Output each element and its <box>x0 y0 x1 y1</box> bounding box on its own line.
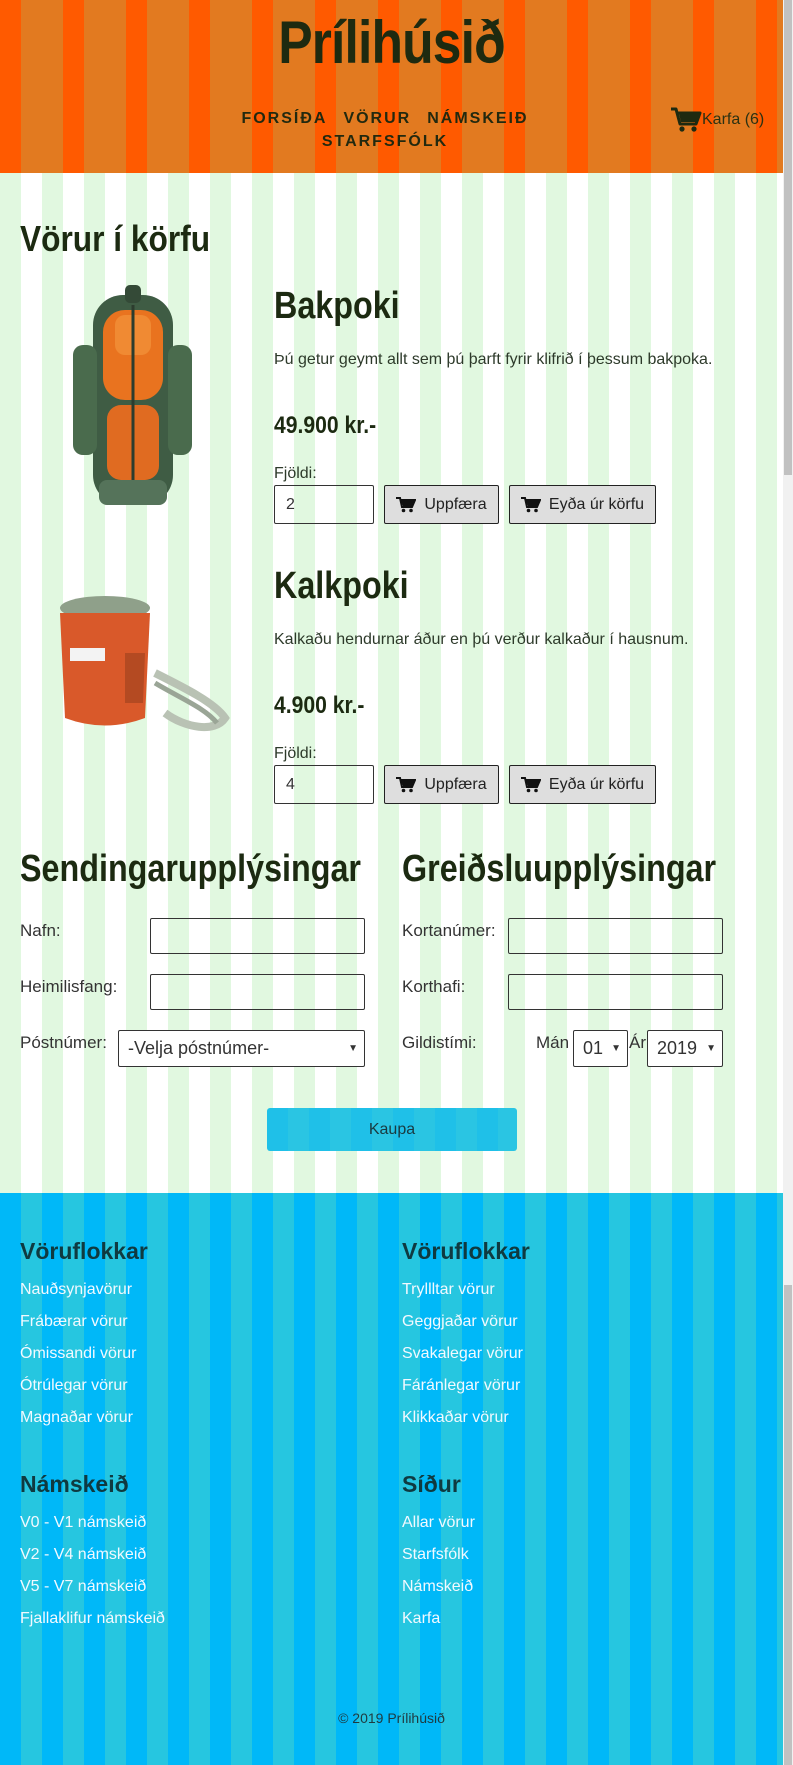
copyright: © 2019 Prílihúsið <box>338 1710 445 1726</box>
main-content: Vörur í körfu Bakpoki Þú getur geymt all… <box>0 173 783 1193</box>
card-number-label: Kortanúmer: <box>402 921 496 940</box>
footer-link[interactable]: Frábærar vörur <box>20 1311 148 1343</box>
page-scrollbar[interactable] <box>783 0 793 1765</box>
product-name[interactable]: Kalkpoki <box>274 565 409 608</box>
month-select[interactable]: 01 ▼ <box>573 1030 628 1067</box>
footer-heading: Vöruflokkar <box>20 1238 148 1264</box>
footer-link[interactable]: Karfa <box>402 1608 475 1640</box>
year-select[interactable]: 2019 ▼ <box>647 1030 723 1067</box>
footer-column-categories-2: Vöruflokkar Tryllltar vörur Geggjaðar vö… <box>402 1238 530 1439</box>
postal-label: Póstnúmer: <box>20 1033 107 1052</box>
shopping-cart-icon <box>520 776 541 792</box>
month-label: Mán <box>536 1033 570 1052</box>
shopping-cart-icon <box>396 776 417 792</box>
buy-button[interactable]: Kaupa <box>267 1108 517 1151</box>
chevron-down-icon: ▼ <box>706 1043 716 1054</box>
chevron-down-icon: ▼ <box>348 1043 358 1054</box>
update-button[interactable]: Uppfæra <box>384 485 499 524</box>
footer-heading: Síður <box>402 1471 461 1497</box>
address-label: Heimilisfang: <box>20 977 118 996</box>
footer-column-categories-1: Vöruflokkar Nauðsynjavörur Frábærar vöru… <box>20 1238 148 1439</box>
remove-from-cart-button[interactable]: Eyða úr körfu <box>509 485 656 524</box>
footer-link[interactable]: Geggjaðar vörur <box>402 1311 530 1343</box>
update-button-label: Uppfæra <box>424 775 487 793</box>
footer-column-courses: Námskeið V0 - V1 námskeið V2 - V4 námske… <box>20 1471 165 1640</box>
product-price: 4.900 kr.- <box>274 692 365 719</box>
scrollbar-thumb[interactable] <box>784 1285 792 1765</box>
footer-link[interactable]: Magnaðar vörur <box>20 1407 148 1439</box>
nav-item-vorur[interactable]: VÖRUR <box>343 107 411 130</box>
footer-link[interactable]: Allar vörur <box>402 1512 475 1544</box>
payment-heading: Greiðsluupplýsingar <box>402 848 717 890</box>
postal-select-value: -Velja póstnúmer- <box>128 1038 270 1058</box>
cart-label: Karfa (6) <box>702 111 765 128</box>
month-select-value: 01 <box>583 1038 604 1058</box>
update-button[interactable]: Uppfæra <box>384 765 499 804</box>
cart-item: Bakpoki Þú getur geymt allt sem þú þarft… <box>0 285 783 545</box>
footer-link[interactable]: Tryllltar vörur <box>402 1279 530 1311</box>
quantity-label: Fjöldi: <box>274 745 317 762</box>
product-name[interactable]: Bakpoki <box>274 285 400 328</box>
footer-link[interactable]: Svakalegar vörur <box>402 1343 530 1375</box>
footer-link[interactable]: Námskeið <box>402 1576 475 1608</box>
nav-item-namskeid[interactable]: NÁMSKEIÐ <box>427 107 528 130</box>
main-nav: FORSÍÐA VÖRUR NÁMSKEIÐSTARFSFÓLK <box>220 107 550 153</box>
address-field[interactable] <box>150 974 365 1010</box>
shipping-heading: Sendingarupplýsingar <box>20 848 361 890</box>
footer-column-pages: Síður Allar vörur Starfsfólk Námskeið Ka… <box>402 1471 475 1640</box>
footer-link[interactable]: Klikkaðar vörur <box>402 1407 530 1439</box>
expiry-label: Gildistími: <box>402 1033 477 1052</box>
chalk-bag-image <box>60 596 230 732</box>
nav-item-forsida[interactable]: FORSÍÐA <box>241 107 327 130</box>
chevron-down-icon: ▼ <box>611 1043 621 1054</box>
footer-link[interactable]: V5 - V7 námskeið <box>20 1576 165 1608</box>
cart-heading: Vörur í körfu <box>20 218 211 259</box>
remove-button-label: Eyða úr körfu <box>548 775 645 793</box>
quantity-input[interactable]: 2 <box>274 485 374 524</box>
footer-heading: Vöruflokkar <box>402 1238 530 1264</box>
footer-link[interactable]: Nauðsynjavörur <box>20 1279 148 1311</box>
year-select-value: 2019 <box>657 1038 698 1058</box>
nav-item-starfsfolk[interactable]: STARFSFÓLK <box>322 130 448 153</box>
quantity-label: Fjöldi: <box>274 465 317 482</box>
footer-link[interactable]: Ótrúlegar vörur <box>20 1375 148 1407</box>
cardholder-field[interactable] <box>508 974 723 1010</box>
name-label: Nafn: <box>20 921 61 940</box>
quantity-input[interactable]: 4 <box>274 765 374 804</box>
card-number-field[interactable] <box>508 918 723 954</box>
remove-button-label: Eyða úr körfu <box>548 495 645 513</box>
postal-select[interactable]: -Velja póstnúmer- ▼ <box>118 1030 365 1067</box>
footer-heading: Námskeið <box>20 1471 129 1497</box>
cart-item: Kalkpoki Kalkaðu hendurnar áður en þú ve… <box>0 565 783 825</box>
shopping-cart-icon <box>396 496 417 512</box>
site-header: Prílihúsið FORSÍÐA VÖRUR NÁMSKEIÐSTARFSFÓL… <box>0 0 783 173</box>
name-field[interactable] <box>150 918 365 954</box>
footer-link[interactable]: Fáránlegar vörur <box>402 1375 530 1407</box>
remove-from-cart-button[interactable]: Eyða úr körfu <box>509 765 656 804</box>
footer-link[interactable]: V0 - V1 námskeið <box>20 1512 165 1544</box>
footer-link[interactable]: Fjallaklifur námskeið <box>20 1608 165 1640</box>
footer-link[interactable]: V2 - V4 námskeið <box>20 1544 165 1576</box>
product-price: 49.900 kr.- <box>274 412 377 439</box>
update-button-label: Uppfæra <box>424 495 487 513</box>
site-title[interactable]: Prílihúsið <box>55 8 728 77</box>
product-description: Þú getur geymt allt sem þú þarft fyrir k… <box>274 351 713 368</box>
backpack-image <box>73 285 192 505</box>
footer-link[interactable]: Starfsfólk <box>402 1544 475 1576</box>
scrollbar-thumb[interactable] <box>784 0 792 475</box>
year-label: Ár <box>629 1033 646 1052</box>
site-footer: Vöruflokkar Nauðsynjavörur Frábærar vöru… <box>0 1193 783 1765</box>
cardholder-label: Korthafi: <box>402 977 466 996</box>
shopping-cart-icon <box>671 107 702 132</box>
footer-link[interactable]: Ómissandi vörur <box>20 1343 148 1375</box>
cart-link[interactable]: Karfa (6) <box>670 107 764 133</box>
product-description: Kalkaðu hendurnar áður en þú verður kalk… <box>274 631 689 648</box>
shopping-cart-icon <box>520 496 541 512</box>
